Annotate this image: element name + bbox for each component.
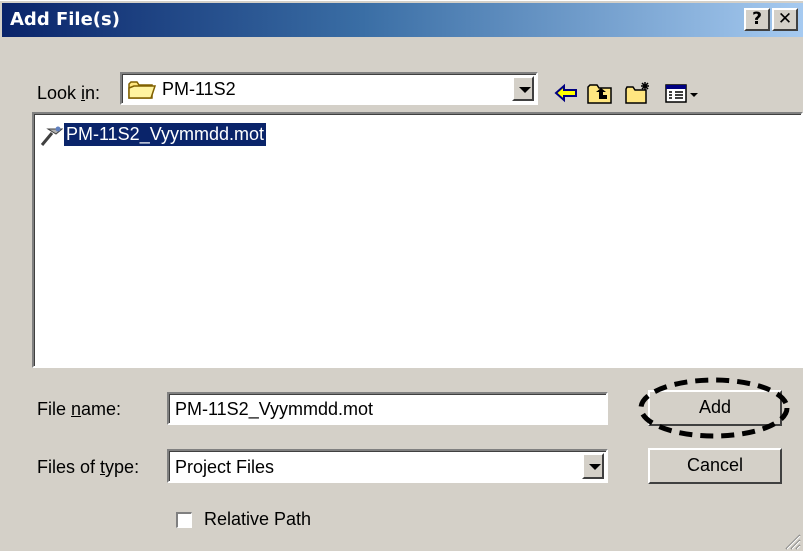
resize-grip-icon[interactable] [783, 532, 801, 550]
files-of-type-label: Files of type: [37, 457, 140, 477]
look-in-label: Look in: [37, 83, 101, 103]
highlight-ring [638, 377, 790, 439]
help-button[interactable]: ? [744, 8, 770, 31]
back-arrow-icon[interactable] [552, 81, 580, 105]
up-one-level-icon[interactable] [586, 81, 614, 105]
files-of-type-value: Project Files [175, 457, 275, 477]
close-button[interactable]: ✕ [772, 8, 798, 31]
file-name-label: File name: [37, 399, 122, 419]
cancel-button[interactable]: Cancel [648, 448, 782, 484]
files-of-type-dropdown-button[interactable] [582, 453, 604, 479]
look-in-dropdown[interactable]: PM-11S2 [120, 72, 538, 105]
folder-icon [128, 81, 156, 99]
relative-path-checkbox[interactable] [176, 512, 192, 528]
files-of-type-dropdown[interactable]: Project Files [167, 449, 608, 483]
window-title: Add File(s) [10, 9, 120, 30]
view-menu-icon[interactable] [664, 81, 700, 105]
look-in-dropdown-button[interactable] [512, 76, 534, 101]
relative-path-label[interactable]: Relative Path [204, 509, 311, 530]
new-folder-icon[interactable] [624, 81, 652, 105]
title-bar[interactable]: Add File(s) ? ✕ [2, 3, 803, 37]
file-name-input[interactable]: PM-11S2_Vyymmdd.mot [167, 392, 608, 425]
file-name-value: PM-11S2_Vyymmdd.mot [175, 399, 374, 419]
file-list-view[interactable]: PM-11S2_Vyymmdd.mot [32, 112, 803, 368]
add-files-dialog: Add File(s) ? ✕ Look in: PM-11S2 PM-11S2… [0, 0, 803, 551]
list-item-label: PM-11S2_Vyymmdd.mot [62, 122, 268, 147]
look-in-value: PM-11S2 [162, 79, 236, 99]
